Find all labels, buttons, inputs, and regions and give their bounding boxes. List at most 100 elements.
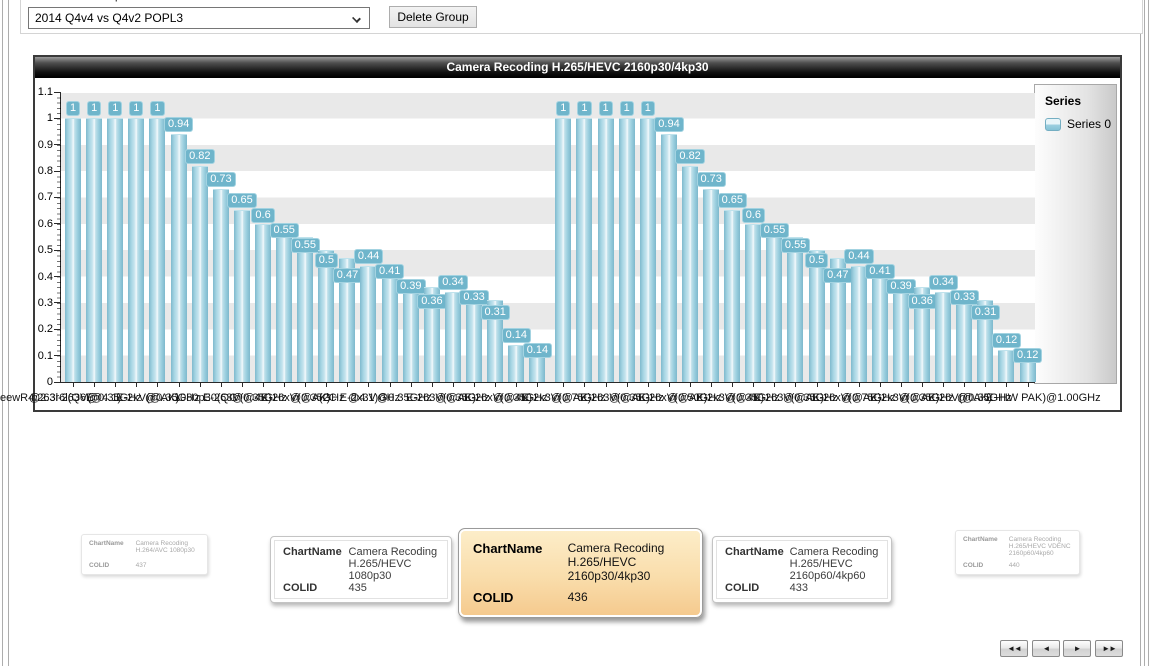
bar-value-label: 0.82: [675, 148, 705, 164]
chart-card[interactable]: ChartName Camera Recoding H.265/HEVC 2160…: [458, 528, 703, 618]
right-splitter-line[interactable]: [1148, 0, 1149, 666]
bar-value-label: 0.39: [886, 278, 916, 294]
card-chartname-value: Camera Recoding H.265/HEVC VDENC 2160p60…: [1008, 536, 1071, 557]
y-axis-tick: [54, 117, 61, 119]
left-splitter-line[interactable]: [2, 0, 3, 666]
chart-panel: Camera Recoding H.265/HEVC 2160p30/4kp30…: [33, 55, 1122, 412]
bar-value-label: 0.44: [844, 248, 874, 264]
y-axis-tick: [54, 91, 61, 93]
bar: [597, 118, 614, 382]
y-axis-label: 0.4: [37, 270, 53, 283]
bar: [128, 118, 145, 382]
x-axis-tick: [774, 383, 776, 387]
x-axis-tick: [922, 383, 923, 387]
bar-value-label: 0.5: [805, 253, 829, 269]
x-axis-tick: [879, 383, 881, 387]
bar-value-label: 0.14: [501, 328, 532, 344]
x-axis-tick: [241, 383, 243, 387]
card-colid-label: COLID: [725, 582, 760, 594]
card-chartname-label: ChartName: [725, 546, 784, 558]
x-axis-tick: [495, 383, 496, 387]
bar: [660, 133, 677, 382]
bar-value-label: 0.5: [314, 253, 338, 269]
x-axis-tick: [368, 383, 370, 387]
y-axis-label: 0: [46, 376, 53, 388]
bar-value-label: 0.34: [928, 275, 959, 291]
bar-value-label: 1: [619, 101, 634, 116]
bar-value-label: 0.39: [396, 278, 426, 294]
x-axis-tick: [347, 383, 349, 387]
bar-value-label: 0.31: [970, 305, 1001, 321]
bar: [233, 210, 250, 382]
card-colid-value: 437: [135, 562, 147, 569]
legend-title: Series: [1045, 94, 1082, 108]
delete-group-button[interactable]: Delete Group: [389, 6, 477, 28]
right-splitter-line[interactable]: [1144, 0, 1145, 666]
y-axis-tick: [54, 328, 61, 330]
x-axis-tick: [795, 383, 797, 387]
bar-value-label: 0.6: [741, 208, 765, 224]
x-axis-tick: [753, 383, 755, 387]
bar-value-label: 0.36: [417, 293, 447, 309]
x-axis-label-fragment: E+HW PAK)@1.00GHz: [986, 392, 1101, 404]
bar-value-label: 0.12: [991, 333, 1022, 349]
y-axis-label: 1.1: [37, 86, 53, 98]
x-axis-labels-row: eewR4.263l @2.3r6l(Q6E -263V(@4.1) @0.35GHz…: [0, 392, 1110, 407]
bar: [787, 236, 804, 382]
card-chartname-label: ChartName: [283, 546, 342, 558]
pager-last-button[interactable]: ►►: [1095, 640, 1123, 657]
bar: [444, 292, 461, 382]
y-axis-label: 0.3: [37, 296, 53, 309]
bar: [808, 250, 825, 382]
left-splitter-line[interactable]: [8, 0, 9, 666]
pager-first-button[interactable]: ◄◄: [1000, 640, 1028, 657]
chart-card[interactable]: ChartName Camera Recoding H.264/AVC 1080p…: [81, 534, 208, 575]
legend-item-label: Series 0: [1067, 117, 1112, 131]
y-axis-minor-ticks: [57, 93, 61, 383]
pager-prev-button[interactable]: ◄: [1032, 640, 1060, 657]
plot-area: 0 0.1 0.2 0.3 0.4 0.5 0.6 0.7 0.8 0.9 1 1.1 1 1 1 1 1 0.9…: [38, 86, 1043, 388]
card-colid-value: 433: [789, 582, 809, 594]
x-axis-tick: [178, 383, 180, 387]
y-axis-label: 0.9: [37, 138, 53, 151]
chart-card[interactable]: ChartName Camera Recoding H.265/HEVC 1080…: [270, 536, 452, 603]
x-axis-tick: [985, 383, 987, 387]
card-colid-label: COLID: [963, 562, 984, 569]
card-colid-value: 440: [1008, 562, 1020, 569]
bar-value-label: 0.47: [332, 268, 363, 284]
bar-value-label: 0.41: [865, 263, 895, 279]
x-axis-tick: [668, 383, 670, 387]
bar-value-label: 1: [87, 101, 102, 116]
x-axis-tick: [732, 383, 734, 387]
bar: [508, 345, 525, 382]
bar: [254, 223, 271, 382]
y-axis-tick: [54, 381, 61, 383]
bar-value-label: 0.82: [185, 148, 215, 164]
x-axis-tick: [711, 383, 712, 387]
bar-value-label: 1: [150, 101, 165, 116]
bar: [149, 118, 166, 382]
x-axis-tick: [1006, 383, 1008, 387]
chart-group-select[interactable]: 2014 Q4v4 vs Q4v2 POPL3: [28, 7, 370, 29]
bar: [276, 236, 292, 382]
chart-group-select-value: 2014 Q4v4 vs Q4v2 POPL3: [35, 11, 184, 25]
chart-card[interactable]: ChartName Camera Recoding H.265/HEVC VDEN…: [955, 530, 1080, 575]
bar-value-label: 0.36: [907, 293, 937, 309]
x-axis-tick: [816, 383, 818, 387]
bar-value-label: 0.44: [353, 248, 384, 264]
x-axis-tick: [157, 383, 159, 387]
bar: [402, 279, 419, 382]
bar: [191, 165, 208, 382]
card-chartname-value: Camera Recoding H.264/AVC 1080p30: [135, 540, 195, 554]
bar-value-label: 0.73: [206, 172, 236, 188]
x-axis-tick: [605, 383, 607, 387]
bar-value-label: 0.41: [375, 263, 405, 279]
pager-next-button[interactable]: ►: [1063, 640, 1091, 657]
x-axis-tick: [900, 383, 902, 387]
bar: [318, 250, 335, 382]
bar: [892, 279, 909, 382]
chart-card[interactable]: ChartName Camera Recoding H.265/HEVC 2160…: [712, 536, 892, 603]
right-splitter-line[interactable]: [1140, 0, 1141, 666]
bar: [86, 118, 103, 382]
x-axis-tick: [389, 383, 391, 387]
